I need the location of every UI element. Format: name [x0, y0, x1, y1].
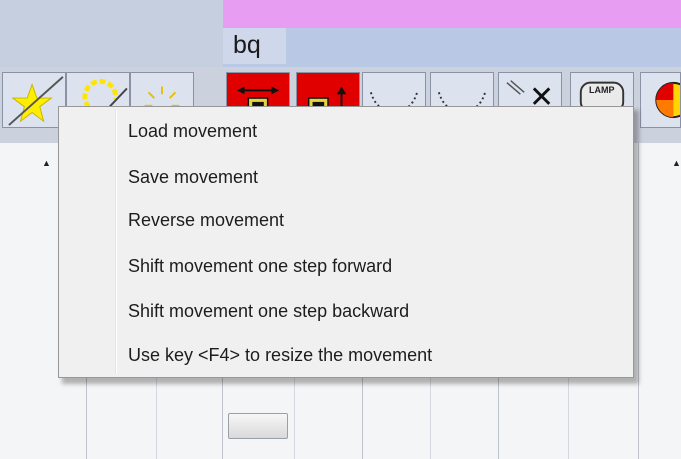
menu-item-save-movement[interactable]: Save movement: [128, 161, 258, 193]
scroll-up-arrow-icon[interactable]: ▲: [42, 158, 51, 168]
context-menu: Load movement Save movement Reverse move…: [58, 106, 634, 378]
menu-item-resize-hint[interactable]: Use key <F4> to resize the movement: [128, 339, 432, 371]
toolbar-button-color-wheel[interactable]: [640, 72, 681, 128]
menu-item-shift-backward[interactable]: Shift movement one step backward: [128, 295, 409, 327]
scrollbar-thumb[interactable]: [228, 413, 288, 439]
menu-item-reverse-movement[interactable]: Reverse movement: [128, 204, 284, 236]
menu-gutter-highlight: [116, 110, 117, 374]
lamp-label: LAMP: [589, 85, 615, 95]
scroll-up-arrow-icon[interactable]: ▲: [672, 158, 681, 168]
toolbar-button-star[interactable]: [2, 72, 66, 128]
color-wheel-icon: [655, 81, 680, 119]
header-color-bar: [223, 0, 681, 28]
header-blue-bar: [223, 28, 681, 67]
channel-title: bq: [223, 28, 286, 64]
header-left-panel: [0, 0, 223, 67]
star-icon: [8, 76, 64, 126]
menu-item-load-movement[interactable]: Load movement: [128, 115, 257, 147]
menu-item-shift-forward[interactable]: Shift movement one step forward: [128, 250, 392, 282]
